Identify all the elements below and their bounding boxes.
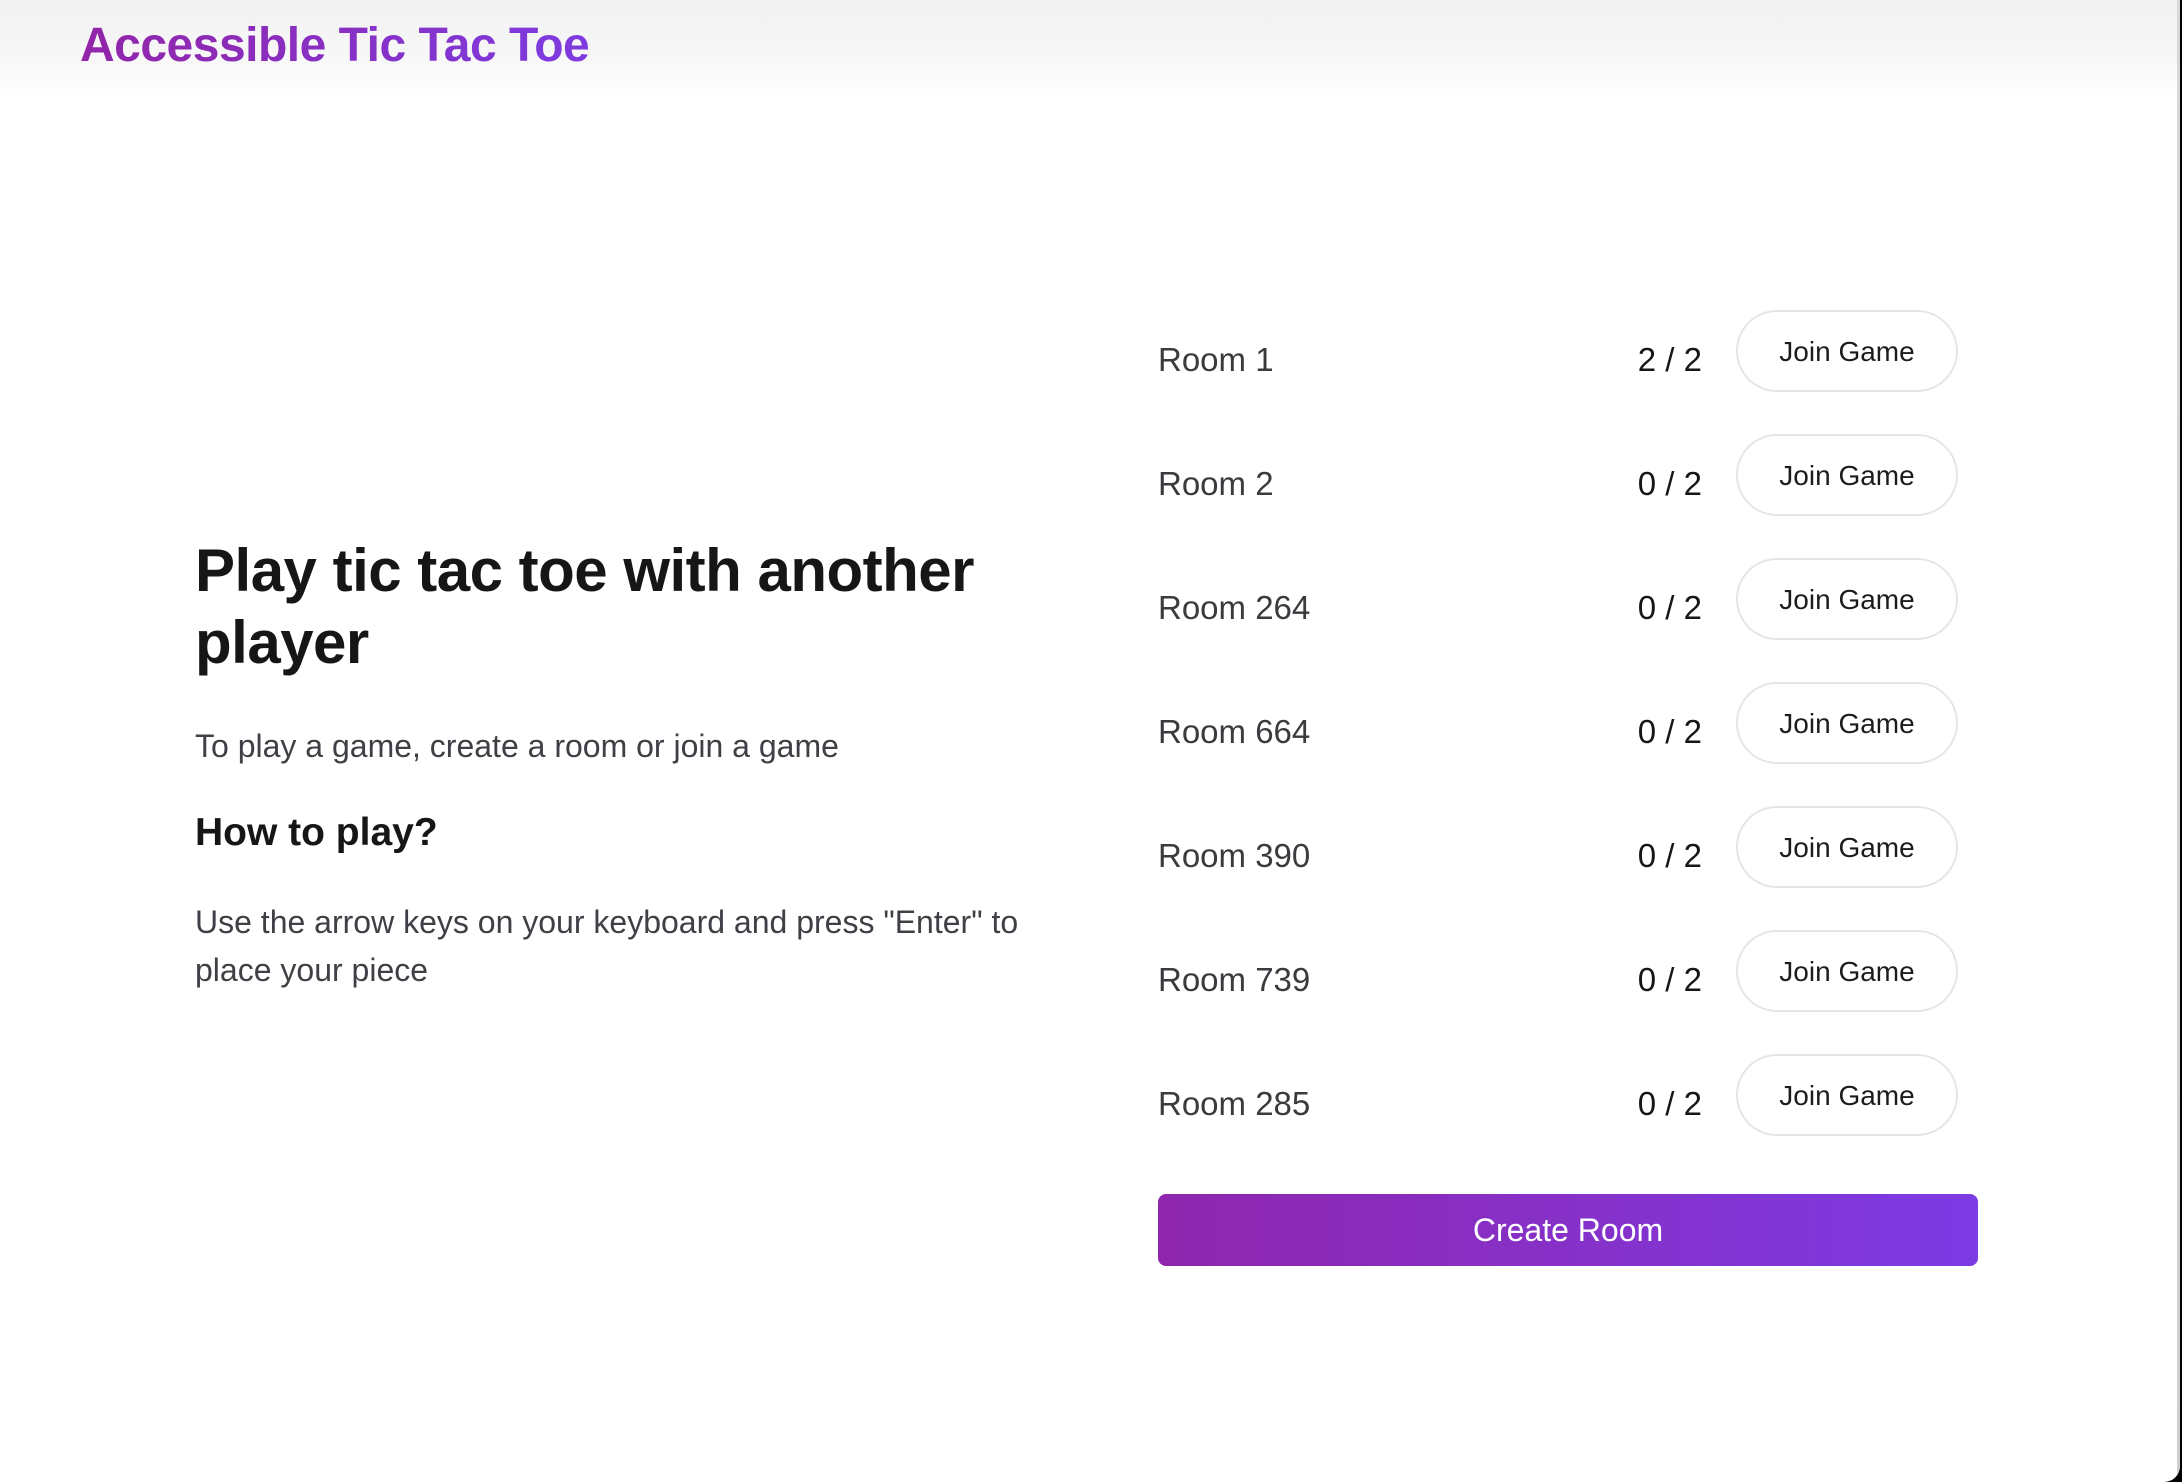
room-row: Room 1 2 / 2 Join Game <box>1158 310 1978 434</box>
room-name: Room 390 <box>1158 837 1311 874</box>
room-row: Room 390 0 / 2 Join Game <box>1158 806 1978 930</box>
room-row: Room 2 0 / 2 Join Game <box>1158 434 1978 558</box>
join-game-button[interactable]: Join Game <box>1736 930 1958 1012</box>
create-room-button[interactable]: Create Room <box>1158 1194 1978 1266</box>
room-row: Room 285 0 / 2 Join Game <box>1158 1054 1978 1178</box>
join-game-button[interactable]: Join Game <box>1736 1054 1958 1136</box>
room-name: Room 285 <box>1158 1085 1311 1122</box>
room-name: Room 739 <box>1158 961 1311 998</box>
room-row: Room 739 0 / 2 Join Game <box>1158 930 1978 1054</box>
join-game-button[interactable]: Join Game <box>1736 682 1958 764</box>
room-list: Room 1 2 / 2 Join Game Room 2 0 / 2 Join… <box>1158 310 1978 1178</box>
room-row: Room 264 0 / 2 Join Game <box>1158 558 1978 682</box>
room-player-count: 0 / 2 <box>1637 837 1702 874</box>
app-title[interactable]: Accessible Tic Tac Toe <box>80 18 590 73</box>
join-game-button[interactable]: Join Game <box>1736 558 1958 640</box>
room-player-count: 0 / 2 <box>1637 1085 1702 1122</box>
intro-lead: To play a game, create a room or join a … <box>195 728 839 764</box>
room-row: Room 664 0 / 2 Join Game <box>1158 682 1978 806</box>
join-game-button[interactable]: Join Game <box>1736 310 1958 392</box>
room-player-count: 0 / 2 <box>1637 465 1702 502</box>
room-name: Room 664 <box>1158 713 1311 750</box>
how-to-play-text: Use the arrow keys on your keyboard and … <box>195 904 1019 988</box>
join-game-button[interactable]: Join Game <box>1736 806 1958 888</box>
how-to-play-heading: How to play? <box>195 811 438 854</box>
page: Accessible Tic Tac Toe Play tic tac toe … <box>0 0 2180 1482</box>
room-player-count: 2 / 2 <box>1637 341 1702 378</box>
room-player-count: 0 / 2 <box>1637 713 1702 750</box>
room-name: Room 2 <box>1158 465 1274 502</box>
room-name: Room 1 <box>1158 341 1274 378</box>
page-heading: Play tic tac toe with another player <box>195 537 975 676</box>
intro-section: Play tic tac toe with another player To … <box>195 535 1045 994</box>
join-game-button[interactable]: Join Game <box>1736 434 1958 516</box>
room-player-count: 0 / 2 <box>1637 589 1702 626</box>
room-player-count: 0 / 2 <box>1637 961 1702 998</box>
room-name: Room 264 <box>1158 589 1311 626</box>
header: Accessible Tic Tac Toe <box>0 0 2180 100</box>
window-edge <box>2177 0 2180 1482</box>
